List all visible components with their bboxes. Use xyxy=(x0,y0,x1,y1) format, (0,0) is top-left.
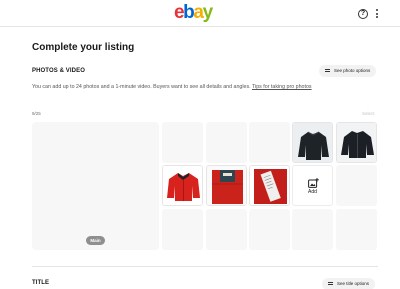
see-title-options-label: See title options xyxy=(337,281,370,286)
section-divider xyxy=(32,266,378,267)
photo-slot-empty[interactable] xyxy=(162,209,203,250)
title-section-label: TITLE xyxy=(32,280,50,286)
sliders-icon xyxy=(325,69,330,73)
sliders-icon xyxy=(328,282,333,286)
main-photo-slot[interactable] xyxy=(32,122,159,250)
helper-text: You can add up to 24 photos and a 1-minu… xyxy=(32,84,251,90)
red-jacket-image xyxy=(163,166,202,205)
red-jacket-inside-image xyxy=(207,166,246,205)
photo-slot-empty[interactable] xyxy=(206,122,247,163)
photo-slot-empty[interactable] xyxy=(292,209,333,250)
photo-thumbnail-red-jacket-inside[interactable] xyxy=(206,165,247,206)
more-options-icon[interactable] xyxy=(376,9,379,20)
photo-slot-empty[interactable] xyxy=(162,122,203,163)
care-label-image xyxy=(250,166,289,205)
add-photo-label: Add xyxy=(308,189,317,195)
photo-thumbnail-care-label[interactable] xyxy=(249,165,290,206)
photo-slot-empty[interactable] xyxy=(206,209,247,250)
black-jacket-front-image xyxy=(337,123,376,162)
see-title-options-button[interactable]: See title options xyxy=(322,278,376,289)
photo-slot-empty[interactable] xyxy=(249,122,290,163)
main-badge: Main xyxy=(86,236,105,245)
see-photo-options-label: See photo options xyxy=(334,68,371,73)
photos-helper-text: You can add up to 24 photos and a 1-minu… xyxy=(32,84,312,90)
select-photos-button[interactable]: Select xyxy=(362,111,375,116)
photo-slot-empty[interactable] xyxy=(336,209,377,250)
add-photo-icon xyxy=(308,178,319,188)
page-title: Complete your listing xyxy=(32,42,135,53)
photo-thumbnail-black-jacket-front[interactable] xyxy=(336,122,377,163)
help-icon[interactable]: ? xyxy=(358,9,368,19)
photo-count: 9/25 xyxy=(32,111,41,116)
photo-thumbnail-red-jacket-front[interactable] xyxy=(162,165,203,206)
pro-photo-tips-link[interactable]: Tips for taking pro photos xyxy=(252,84,312,90)
top-bar: ebay ? xyxy=(0,0,400,27)
ebay-logo[interactable]: ebay xyxy=(174,3,213,23)
add-photo-button[interactable]: Add xyxy=(292,165,333,206)
photo-slot-empty[interactable] xyxy=(336,165,377,206)
see-photo-options-button[interactable]: See photo options xyxy=(319,65,377,77)
black-jacket-image xyxy=(293,123,332,162)
photo-slot-empty[interactable] xyxy=(249,209,290,250)
photos-section-label: PHOTOS & VIDEO xyxy=(32,68,85,74)
photo-thumbnail-black-jacket-back[interactable] xyxy=(292,122,333,163)
